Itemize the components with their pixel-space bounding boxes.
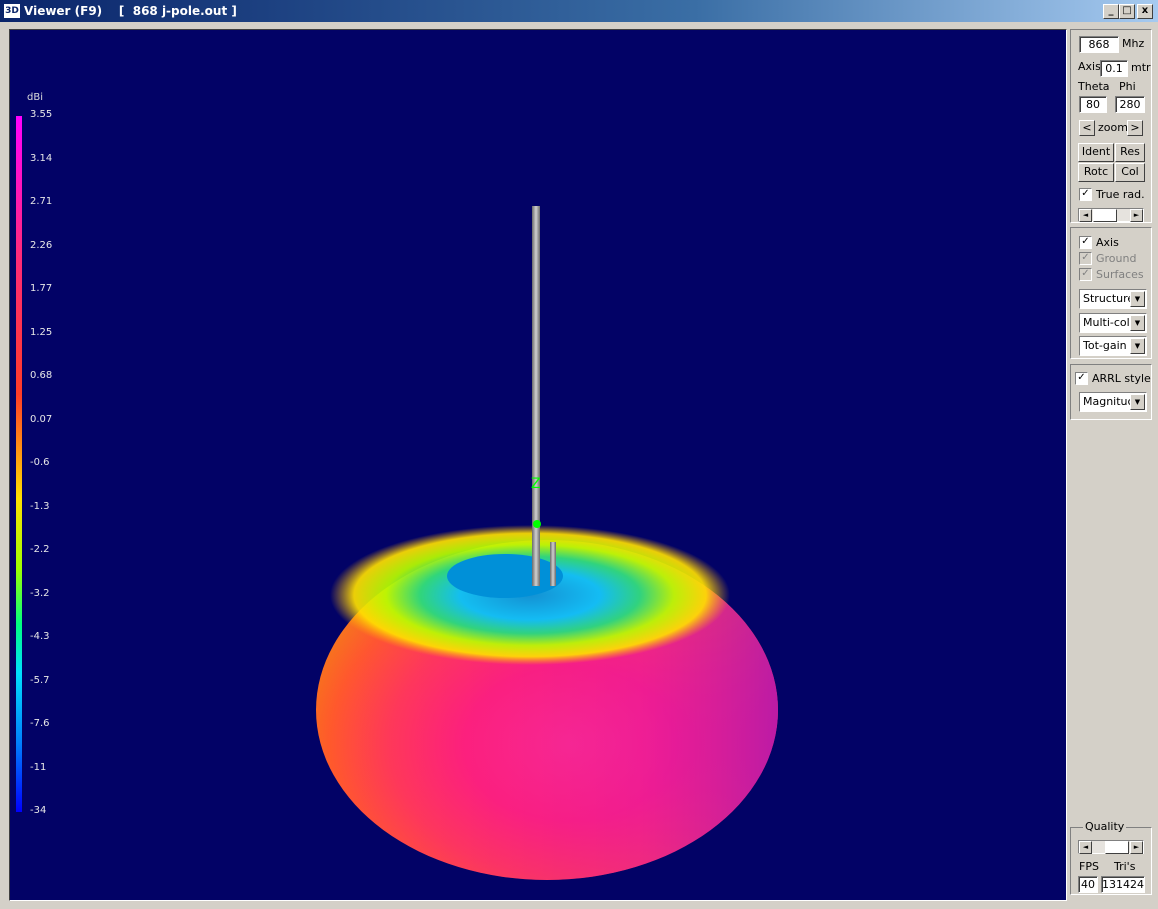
scale-tick-label: 0.07 xyxy=(30,413,53,425)
scale-tick-label: -0.6 xyxy=(30,457,50,468)
scale-tick-label: 2.71 xyxy=(30,196,53,207)
scale-tick-label: 2.26 xyxy=(30,239,53,251)
tris-label: Tri's xyxy=(1114,860,1136,873)
fps-label: FPS xyxy=(1079,860,1099,873)
scale-tick-label: -34 xyxy=(30,805,47,816)
tris-value: 131424 xyxy=(1101,876,1145,893)
res-button[interactable]: Res xyxy=(1115,143,1145,162)
arrl-style-checkbox[interactable]: ✓ xyxy=(1075,372,1088,385)
arrl-style-label: ARRL style xyxy=(1092,372,1151,385)
scale-tick-label: 3.55 xyxy=(30,109,53,120)
surfaces-checkbox-label: Surfaces xyxy=(1096,268,1144,281)
scale-unit-label: dBi xyxy=(27,92,43,103)
true-rad-slider[interactable]: ◄ ► xyxy=(1078,208,1144,222)
zoom-out-button[interactable]: < xyxy=(1079,120,1095,136)
true-rad-checkbox[interactable]: ✓ xyxy=(1079,188,1092,201)
minimize-button[interactable]: _ xyxy=(1103,4,1119,19)
scale-tick-label: 3.14 xyxy=(30,152,53,164)
chevron-down-icon[interactable]: ▼ xyxy=(1130,338,1145,354)
col-button[interactable]: Col xyxy=(1115,163,1145,182)
axis-length-field[interactable]: 0.1 xyxy=(1100,60,1128,77)
scale-tick-label: 0.68 xyxy=(30,370,53,381)
phi-field[interactable]: 280 xyxy=(1115,96,1145,113)
scale-tick-label: -11 xyxy=(30,761,47,773)
radiation-pattern-render: Z xyxy=(316,206,778,880)
slider-right-arrow-icon[interactable]: ► xyxy=(1130,209,1143,222)
control-panel: 868 Mhz Axis 0.1 mtr Theta Phi 80 280 < … xyxy=(1070,29,1152,899)
maximize-button[interactable]: □ xyxy=(1119,4,1135,19)
phi-label: Phi xyxy=(1119,80,1136,93)
quality-group: Quality ◄ ► FPS Tri's 40 131424 xyxy=(1070,820,1152,895)
color-mode-select-value: Multi-colo xyxy=(1083,316,1131,329)
antenna-stub xyxy=(550,542,556,586)
zoom-label: zoom xyxy=(1098,121,1128,134)
arrl-group: ✓ ARRL style Magnituc ▼ xyxy=(1070,364,1152,420)
window-title: Viewer (F9) [ 868 j-pole.out ] xyxy=(24,4,237,18)
slider-thumb[interactable] xyxy=(1105,841,1129,854)
scale-tick-label: -5.7 xyxy=(30,674,50,686)
gain-select-value: Tot-gain xyxy=(1083,339,1127,352)
axis-length-label: Axis xyxy=(1078,60,1101,73)
app-3d-icon: 3D xyxy=(4,4,20,18)
theta-field[interactable]: 80 xyxy=(1079,96,1107,113)
close-button[interactable]: x xyxy=(1137,4,1153,19)
scale-tick-label: -4.3 xyxy=(30,631,50,642)
color-mode-select[interactable]: Multi-colo ▼ xyxy=(1079,313,1147,333)
scale-tick-label: -7.6 xyxy=(30,718,50,729)
ident-button[interactable]: Ident xyxy=(1078,143,1114,162)
axis-checkbox[interactable]: ✓ xyxy=(1079,236,1092,249)
3d-viewport[interactable]: Z dBi 3.55 3.14 2.71 2.26 1.77 1.25 0.68 0.07 -0… xyxy=(9,29,1067,901)
gain-select[interactable]: Tot-gain ▼ xyxy=(1079,336,1147,356)
frequency-field[interactable]: 868 xyxy=(1079,36,1119,53)
color-scale-bar xyxy=(16,116,22,812)
structure-select-value: Structure xyxy=(1083,292,1131,305)
lobe-null xyxy=(447,554,563,598)
fps-value: 40 xyxy=(1078,876,1098,893)
frequency-unit: Mhz xyxy=(1122,37,1145,50)
quality-label: Quality xyxy=(1083,820,1127,833)
structure-select[interactable]: Structure ▼ xyxy=(1079,289,1147,309)
view-group: 868 Mhz Axis 0.1 mtr Theta Phi 80 280 < … xyxy=(1070,29,1152,223)
quality-slider[interactable]: ◄ ► xyxy=(1078,840,1144,854)
slider-left-arrow-icon[interactable]: ◄ xyxy=(1079,209,1092,222)
title-bar: 3D Viewer (F9) [ 868 j-pole.out ] _ □ x xyxy=(0,0,1158,22)
scale-tick-label: 1.77 xyxy=(30,283,53,294)
ground-checkbox[interactable]: ✓ xyxy=(1079,252,1092,265)
antenna-pole xyxy=(532,206,540,586)
magnitude-select-value: Magnituc xyxy=(1083,395,1131,408)
scale-tick-label: 1.25 xyxy=(30,326,53,338)
theta-label: Theta xyxy=(1078,80,1110,93)
zoom-in-button[interactable]: > xyxy=(1127,120,1143,136)
axis-length-unit: mtr xyxy=(1131,61,1151,74)
feed-point-marker xyxy=(533,520,541,528)
slider-thumb[interactable] xyxy=(1093,209,1117,222)
axis-marker: Z xyxy=(531,476,541,492)
magnitude-select[interactable]: Magnituc ▼ xyxy=(1079,392,1147,412)
slider-right-arrow-icon[interactable]: ► xyxy=(1130,841,1143,854)
scale-tick-label: -3.2 xyxy=(30,587,50,599)
display-group: ✓ Axis ✓ Ground ✓ Surfaces Structure ▼ M… xyxy=(1070,227,1152,359)
chevron-down-icon[interactable]: ▼ xyxy=(1130,394,1145,410)
scale-tick-label: -2.2 xyxy=(30,544,50,555)
scale-tick-label: -1.3 xyxy=(30,500,50,512)
chevron-down-icon[interactable]: ▼ xyxy=(1130,291,1145,307)
true-rad-label: True rad. xyxy=(1096,188,1145,201)
chevron-down-icon[interactable]: ▼ xyxy=(1130,315,1145,331)
rotc-button[interactable]: Rotc xyxy=(1078,163,1114,182)
surfaces-checkbox[interactable]: ✓ xyxy=(1079,268,1092,281)
axis-checkbox-label: Axis xyxy=(1096,236,1119,249)
ground-checkbox-label: Ground xyxy=(1096,252,1137,265)
slider-left-arrow-icon[interactable]: ◄ xyxy=(1079,841,1092,854)
